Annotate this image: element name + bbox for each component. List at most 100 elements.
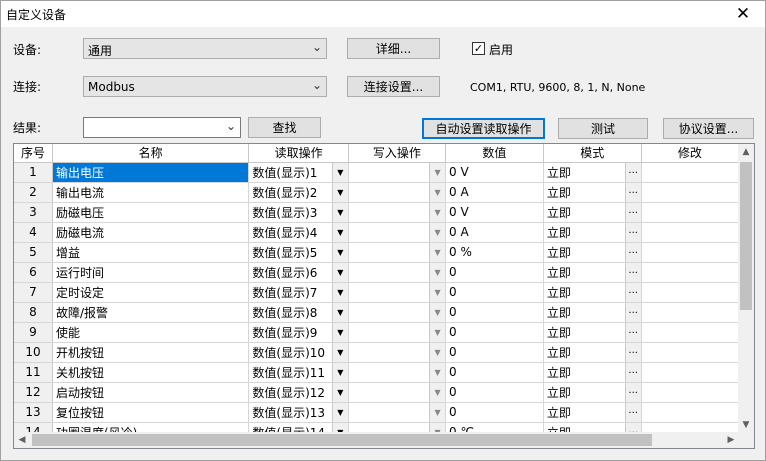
name-cell[interactable]: 开机按钮: [52, 342, 250, 363]
dropdown-arrow-icon[interactable]: ▼: [331, 182, 348, 201]
modify-cell[interactable]: [641, 262, 739, 283]
value-cell[interactable]: 0: [445, 282, 544, 303]
dropdown-arrow-icon[interactable]: ▼: [429, 202, 445, 221]
name-cell[interactable]: 使能: [52, 322, 250, 343]
modify-cell[interactable]: [641, 222, 739, 243]
mode-cell[interactable]: 立即...: [543, 342, 642, 363]
value-cell[interactable]: 0: [445, 262, 544, 283]
dropdown-arrow-icon[interactable]: ▼: [331, 342, 348, 361]
device-select[interactable]: 通用 ⌄: [83, 38, 327, 59]
write-op-cell[interactable]: ▼: [348, 162, 447, 183]
table-row[interactable]: 3 励磁电压 数值(显示)3 ▼ ▼ 0 V 立即...: [14, 202, 739, 223]
table-row[interactable]: 5 增益 数值(显示)5 ▼ ▼ 0 % 立即...: [14, 242, 739, 263]
dropdown-arrow-icon[interactable]: ▼: [331, 162, 348, 181]
column-header[interactable]: 读取操作: [248, 144, 349, 163]
name-cell[interactable]: 定时设定: [52, 282, 250, 303]
read-op-cell[interactable]: 数值(显示)5 ▼: [248, 242, 349, 263]
read-op-cell[interactable]: 数值(显示)12 ▼: [248, 382, 349, 403]
ellipsis-button[interactable]: ...: [624, 382, 641, 401]
ellipsis-button[interactable]: ...: [624, 162, 641, 181]
dropdown-arrow-icon[interactable]: ▼: [331, 202, 348, 221]
dropdown-arrow-icon[interactable]: ▼: [331, 402, 348, 421]
column-header[interactable]: 数值: [445, 144, 544, 163]
enable-checkbox[interactable]: ✓: [472, 42, 485, 55]
name-cell[interactable]: 增益: [52, 242, 250, 263]
value-cell[interactable]: 0: [445, 362, 544, 383]
scroll-down-icon[interactable]: ▼: [738, 417, 754, 433]
result-select[interactable]: ⌄: [83, 117, 241, 138]
table-row[interactable]: 8 故障/报警 数值(显示)8 ▼ ▼ 0 立即...: [14, 302, 739, 323]
write-op-cell[interactable]: ▼: [348, 322, 447, 343]
dropdown-arrow-icon[interactable]: ▼: [429, 322, 445, 341]
name-cell[interactable]: 关机按钮: [52, 362, 250, 383]
value-cell[interactable]: 0: [445, 402, 544, 423]
scroll-up-icon[interactable]: ▲: [738, 144, 754, 160]
modify-cell[interactable]: [641, 182, 739, 203]
modify-cell[interactable]: [641, 322, 739, 343]
test-button[interactable]: 测试: [558, 118, 648, 139]
name-cell[interactable]: 励磁电流: [52, 222, 250, 243]
horizontal-scroll-thumb[interactable]: [32, 434, 652, 446]
dropdown-arrow-icon[interactable]: ▼: [429, 402, 445, 421]
ellipsis-button[interactable]: ...: [624, 302, 641, 321]
name-cell[interactable]: 运行时间: [52, 262, 250, 283]
mode-cell[interactable]: 立即...: [543, 202, 642, 223]
scroll-right-icon[interactable]: ▶: [723, 432, 739, 448]
column-header[interactable]: 序号: [14, 144, 53, 163]
dropdown-arrow-icon[interactable]: ▼: [429, 262, 445, 281]
column-header[interactable]: 模式: [543, 144, 642, 163]
table-row[interactable]: 4 励磁电流 数值(显示)4 ▼ ▼ 0 A 立即...: [14, 222, 739, 243]
dropdown-arrow-icon[interactable]: ▼: [331, 282, 348, 301]
ellipsis-button[interactable]: ...: [624, 222, 641, 241]
vertical-scroll-thumb[interactable]: [740, 162, 752, 310]
column-header[interactable]: 名称: [52, 144, 250, 163]
dropdown-arrow-icon[interactable]: ▼: [331, 222, 348, 241]
ellipsis-button[interactable]: ...: [624, 402, 641, 421]
read-op-cell[interactable]: 数值(显示)1 ▼: [248, 162, 349, 183]
dropdown-arrow-icon[interactable]: ▼: [429, 222, 445, 241]
dropdown-arrow-icon[interactable]: ▼: [331, 242, 348, 261]
dropdown-arrow-icon[interactable]: ▼: [429, 362, 445, 381]
mode-cell[interactable]: 立即...: [543, 402, 642, 423]
modify-cell[interactable]: [641, 162, 739, 183]
dropdown-arrow-icon[interactable]: ▼: [331, 302, 348, 321]
dropdown-arrow-icon[interactable]: ▼: [331, 322, 348, 341]
column-header[interactable]: 写入操作: [348, 144, 447, 163]
read-op-cell[interactable]: 数值(显示)4 ▼: [248, 222, 349, 243]
name-cell[interactable]: 输出电流: [52, 182, 250, 203]
detail-button[interactable]: 详细...: [347, 38, 440, 59]
modify-cell[interactable]: [641, 282, 739, 303]
connection-select[interactable]: Modbus ⌄: [83, 76, 327, 97]
name-cell[interactable]: 输出电压: [52, 162, 250, 183]
search-button[interactable]: 查找: [248, 117, 321, 138]
mode-cell[interactable]: 立即...: [543, 222, 642, 243]
name-cell[interactable]: 故障/报警: [52, 302, 250, 323]
read-op-cell[interactable]: 数值(显示)3 ▼: [248, 202, 349, 223]
write-op-cell[interactable]: ▼: [348, 342, 447, 363]
modify-cell[interactable]: [641, 402, 739, 423]
modify-cell[interactable]: [641, 362, 739, 383]
write-op-cell[interactable]: ▼: [348, 362, 447, 383]
modify-cell[interactable]: [641, 302, 739, 323]
mode-cell[interactable]: 立即...: [543, 382, 642, 403]
read-op-cell[interactable]: 数值(显示)9 ▼: [248, 322, 349, 343]
table-row[interactable]: 2 输出电流 数值(显示)2 ▼ ▼ 0 A 立即...: [14, 182, 739, 203]
dropdown-arrow-icon[interactable]: ▼: [429, 302, 445, 321]
connection-settings-button[interactable]: 连接设置...: [347, 76, 440, 97]
mode-cell[interactable]: 立即...: [543, 262, 642, 283]
read-op-cell[interactable]: 数值(显示)13 ▼: [248, 402, 349, 423]
value-cell[interactable]: 0 A: [445, 222, 544, 243]
dropdown-arrow-icon[interactable]: ▼: [429, 182, 445, 201]
mode-cell[interactable]: 立即...: [543, 182, 642, 203]
modify-cell[interactable]: [641, 382, 739, 403]
auto-read-setup-button[interactable]: 自动设置读取操作: [422, 118, 545, 139]
dropdown-arrow-icon[interactable]: ▼: [429, 242, 445, 261]
mode-cell[interactable]: 立即...: [543, 242, 642, 263]
mode-cell[interactable]: 立即...: [543, 322, 642, 343]
close-icon[interactable]: ✕: [721, 1, 765, 27]
write-op-cell[interactable]: ▼: [348, 382, 447, 403]
dropdown-arrow-icon[interactable]: ▼: [429, 342, 445, 361]
read-op-cell[interactable]: 数值(显示)2 ▼: [248, 182, 349, 203]
read-op-cell[interactable]: 数值(显示)10 ▼: [248, 342, 349, 363]
ellipsis-button[interactable]: ...: [624, 202, 641, 221]
